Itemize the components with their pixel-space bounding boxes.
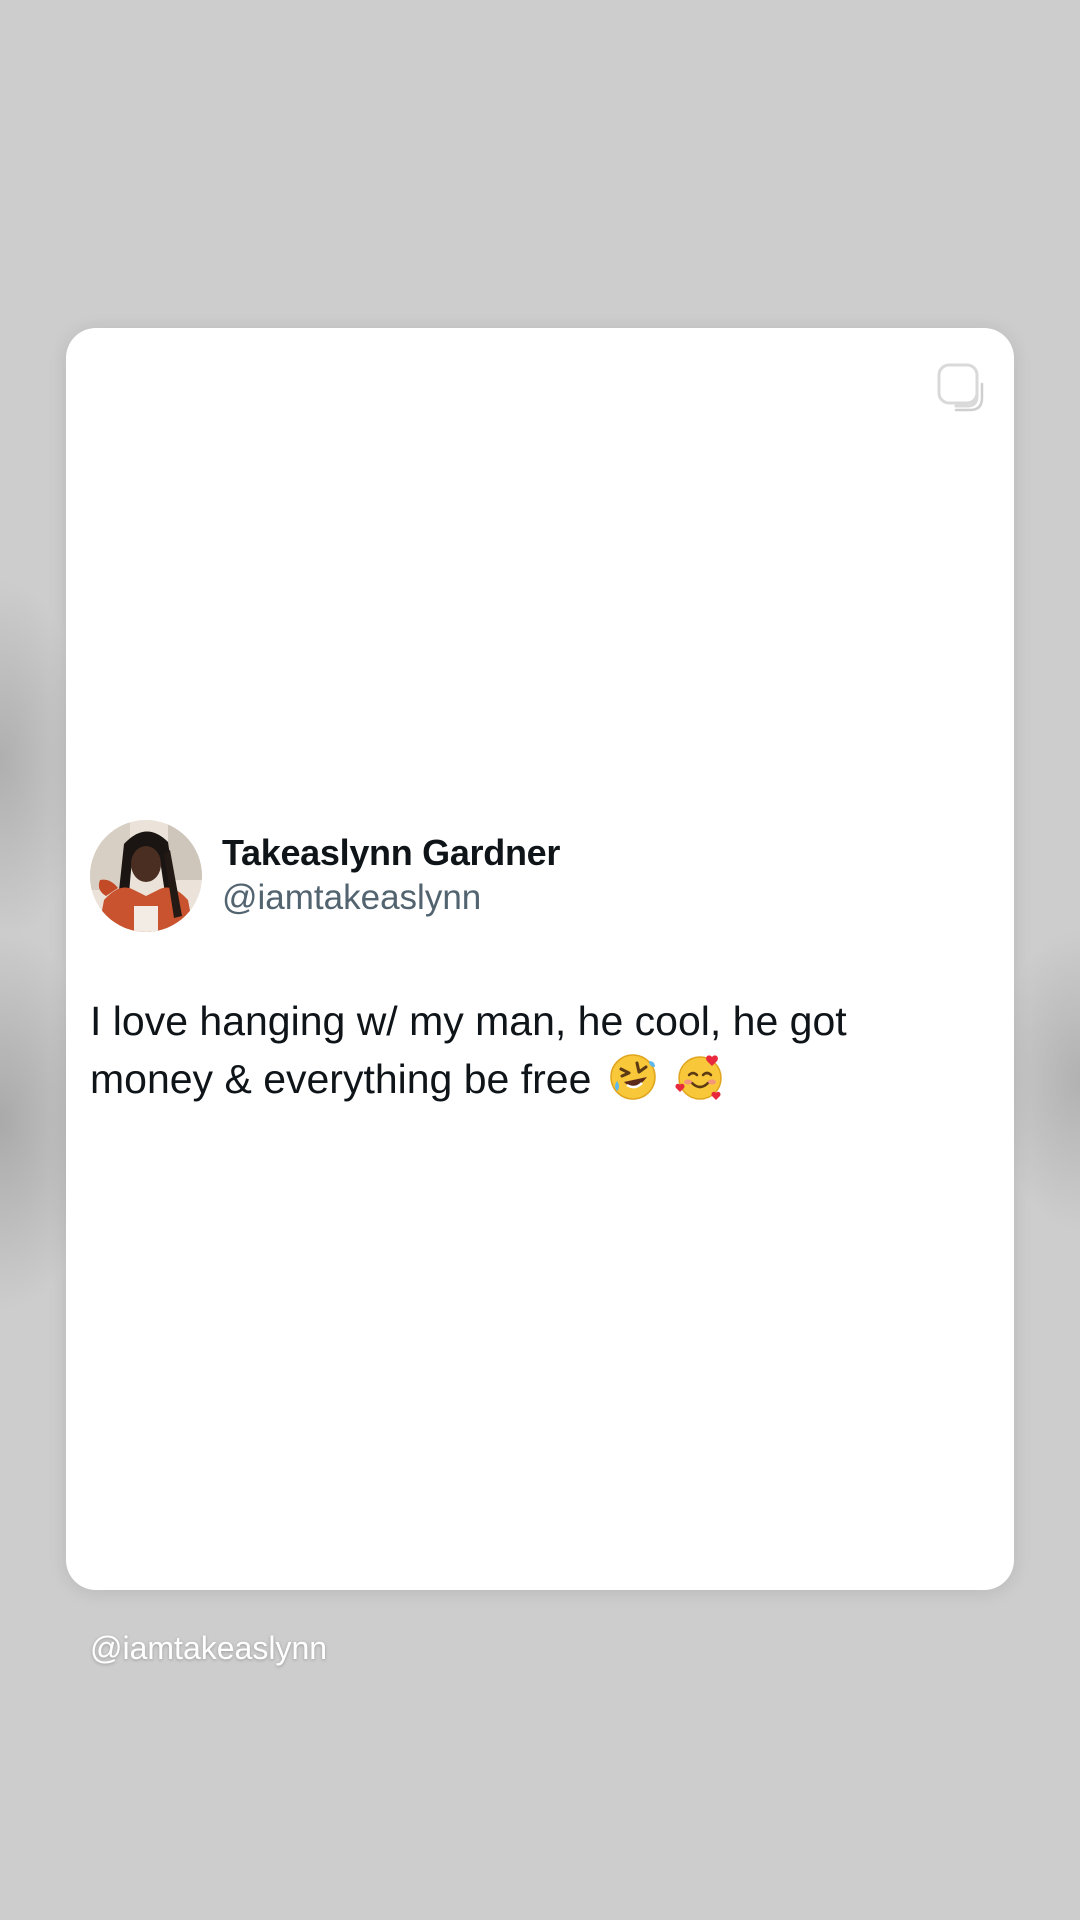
username-handle[interactable]: @iamtakeaslynn bbox=[222, 875, 560, 921]
rolling-on-floor-laughing-emoji bbox=[610, 1054, 656, 1100]
avatar[interactable] bbox=[90, 820, 202, 932]
tweet-text: I love hanging w/ my man, he cool, he go… bbox=[90, 998, 847, 1102]
story-credit-label[interactable]: @iamtakeaslynn bbox=[90, 1630, 327, 1667]
tweet-body: I love hanging w/ my man, he cool, he go… bbox=[90, 992, 970, 1108]
tweet-card[interactable]: Takeaslynn Gardner @iamtakeaslynn I love… bbox=[66, 328, 1014, 1590]
author-names: Takeaslynn Gardner @iamtakeaslynn bbox=[222, 831, 560, 921]
smiling-face-with-hearts-emoji bbox=[675, 1055, 722, 1100]
sticker-icon[interactable] bbox=[936, 362, 986, 412]
tweet-author: Takeaslynn Gardner @iamtakeaslynn bbox=[90, 820, 560, 932]
display-name[interactable]: Takeaslynn Gardner bbox=[222, 831, 560, 875]
